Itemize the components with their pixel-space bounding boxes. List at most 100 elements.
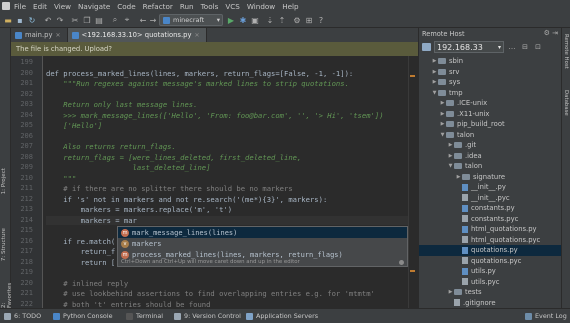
- tree-item[interactable]: constants.py: [419, 203, 562, 214]
- warning-marker[interactable]: [410, 75, 415, 77]
- paste-icon[interactable]: ▤: [94, 15, 104, 25]
- code-editor[interactable]: def process_marked_lines(lines, markers,…: [44, 56, 416, 308]
- tab-project[interactable]: 1: Project: [1, 168, 7, 194]
- tree-item[interactable]: ▶ .git: [419, 140, 562, 151]
- code-line[interactable]: markers = markers.replace('m', 't'): [46, 205, 232, 214]
- redo-icon[interactable]: ↷: [55, 15, 65, 25]
- coverage-icon[interactable]: ▣: [250, 15, 260, 25]
- run-icon[interactable]: ▶: [226, 15, 236, 25]
- chevron-right-icon[interactable]: ▶: [447, 289, 454, 295]
- chevron-right-icon[interactable]: ▶: [439, 100, 446, 106]
- collapse-all-icon[interactable]: ⊟: [520, 42, 530, 52]
- chevron-right-icon[interactable]: ▶: [431, 79, 438, 85]
- settings-icon[interactable]: ⚙: [292, 15, 302, 25]
- code-line[interactable]: return [: [46, 258, 116, 267]
- code-line[interactable]: return_flags = [were_lines_deleted, firs…: [46, 153, 301, 162]
- undo-icon[interactable]: ↶: [43, 15, 53, 25]
- tree-item[interactable]: __init__.pyc: [419, 193, 562, 204]
- vcs-commit-icon[interactable]: ⇡: [277, 15, 287, 25]
- structure-icon[interactable]: ⊞: [304, 15, 314, 25]
- event-log-tab[interactable]: Event Log: [525, 312, 567, 320]
- tree-item[interactable]: ▶ sys: [419, 77, 562, 88]
- tree-item[interactable]: ▶ .ICE-unix: [419, 98, 562, 109]
- menu-file[interactable]: File: [14, 2, 26, 11]
- tree-item[interactable]: ▼ talon: [419, 130, 562, 141]
- code-line[interactable]: Return only last message lines.: [46, 100, 197, 109]
- code-line[interactable]: >>> mark_message_lines(['Hello', 'From: …: [46, 111, 383, 120]
- tab-main-py[interactable]: main.py ✕: [11, 28, 68, 42]
- copy-icon[interactable]: ❐: [82, 15, 92, 25]
- chevron-down-icon[interactable]: ▼: [447, 163, 454, 169]
- chevron-right-icon[interactable]: ▶: [431, 58, 438, 64]
- tab-structure[interactable]: 7: Structure: [1, 228, 7, 261]
- menu-run[interactable]: Run: [180, 2, 194, 11]
- tree-item[interactable]: quotations.py: [419, 245, 562, 256]
- tree-item[interactable]: ▶ srv: [419, 67, 562, 78]
- menu-tools[interactable]: Tools: [201, 2, 219, 11]
- tree-item[interactable]: __init__.py: [419, 182, 562, 193]
- tree-item[interactable]: ▼ tmp: [419, 88, 562, 99]
- tree-item[interactable]: .gitignore: [419, 298, 562, 309]
- code-line[interactable]: # inlined reply: [46, 279, 128, 288]
- warning-marker[interactable]: [410, 270, 415, 272]
- menu-view[interactable]: View: [54, 2, 71, 11]
- tab-database[interactable]: Database: [563, 90, 569, 116]
- code-line[interactable]: ['Hello']: [46, 121, 102, 130]
- back-icon[interactable]: ←: [138, 15, 148, 25]
- menu-edit[interactable]: Edit: [33, 2, 47, 11]
- tree-item[interactable]: html_quotations.py: [419, 224, 562, 235]
- chevron-right-icon[interactable]: ▶: [447, 142, 454, 148]
- tree-item[interactable]: utils.pyc: [419, 277, 562, 288]
- replace-icon[interactable]: ⌖: [122, 15, 132, 25]
- tree-item[interactable]: html_quotations.pyc: [419, 235, 562, 246]
- forward-icon[interactable]: →: [148, 15, 158, 25]
- code-line[interactable]: # if there are no splitter there should …: [46, 184, 292, 193]
- vcs-update-icon[interactable]: ⇣: [265, 15, 275, 25]
- tree-item[interactable]: quotations.pyc: [419, 256, 562, 267]
- tab-quotations-py[interactable]: <192.168.33.10> quotations.py ✕: [67, 28, 207, 42]
- chevron-down-icon[interactable]: ▼: [439, 132, 446, 138]
- cut-icon[interactable]: ✂: [70, 15, 80, 25]
- code-line[interactable]: return_f: [46, 247, 116, 256]
- tree-item[interactable]: ▶ .idea: [419, 151, 562, 162]
- code-line[interactable]: # use lookbehind assertions to find over…: [46, 289, 375, 298]
- chevron-right-icon[interactable]: ▶: [431, 69, 438, 75]
- tree-item[interactable]: ▶ pip_build_root: [419, 119, 562, 130]
- info-icon[interactable]: [399, 260, 404, 265]
- host-select[interactable]: 192.168.33 ▾: [434, 41, 504, 53]
- menu-vcs[interactable]: VCS: [225, 2, 240, 11]
- menu-code[interactable]: Code: [117, 2, 135, 11]
- find-icon[interactable]: ⌕: [110, 15, 120, 25]
- menu-refactor[interactable]: Refactor: [143, 2, 173, 11]
- chevron-right-icon[interactable]: ▶: [439, 111, 446, 117]
- completion-item[interactable]: m mark_message_lines(lines): [118, 227, 407, 238]
- tab-remote-host[interactable]: Remote Host: [563, 34, 569, 69]
- code-line[interactable]: last_deleted_line]: [46, 163, 211, 172]
- code-line[interactable]: markers = mar: [46, 215, 416, 225]
- open-folder-icon[interactable]: ▬: [3, 15, 13, 25]
- refresh-icon[interactable]: ⊡: [533, 42, 543, 52]
- tree-item[interactable]: ▶ signature: [419, 172, 562, 183]
- code-line[interactable]: if 's' not in markers and not re.search(…: [46, 195, 327, 204]
- help-icon[interactable]: ?: [316, 15, 326, 25]
- debug-icon[interactable]: ✱: [238, 15, 248, 25]
- application-servers-tab[interactable]: Application Servers: [246, 312, 318, 320]
- panel-settings-icon[interactable]: ⚙ ⇥: [544, 29, 558, 37]
- tree-item[interactable]: ▶ tests: [419, 287, 562, 298]
- close-icon[interactable]: ✕: [55, 32, 60, 39]
- browse-button[interactable]: …: [507, 42, 517, 52]
- menu-help[interactable]: Help: [282, 2, 298, 11]
- todo-tab[interactable]: 6: TODO: [4, 312, 41, 320]
- code-line[interactable]: # both 't' entries should be found: [46, 300, 210, 309]
- tree-item[interactable]: constants.pyc: [419, 214, 562, 225]
- save-icon[interactable]: ▪: [15, 15, 25, 25]
- code-line[interactable]: """: [46, 174, 76, 183]
- code-line[interactable]: if re.match(: [46, 237, 115, 246]
- code-line[interactable]: def process_marked_lines(lines, markers,…: [46, 69, 353, 78]
- tree-item[interactable]: utils.py: [419, 266, 562, 277]
- chevron-right-icon[interactable]: ▶: [439, 121, 446, 127]
- tree-item[interactable]: ▶ sbin: [419, 56, 562, 67]
- menu-window[interactable]: Window: [247, 2, 275, 11]
- code-line[interactable]: Also returns return_flags.: [46, 142, 176, 151]
- tree-item[interactable]: ▼ talon: [419, 161, 562, 172]
